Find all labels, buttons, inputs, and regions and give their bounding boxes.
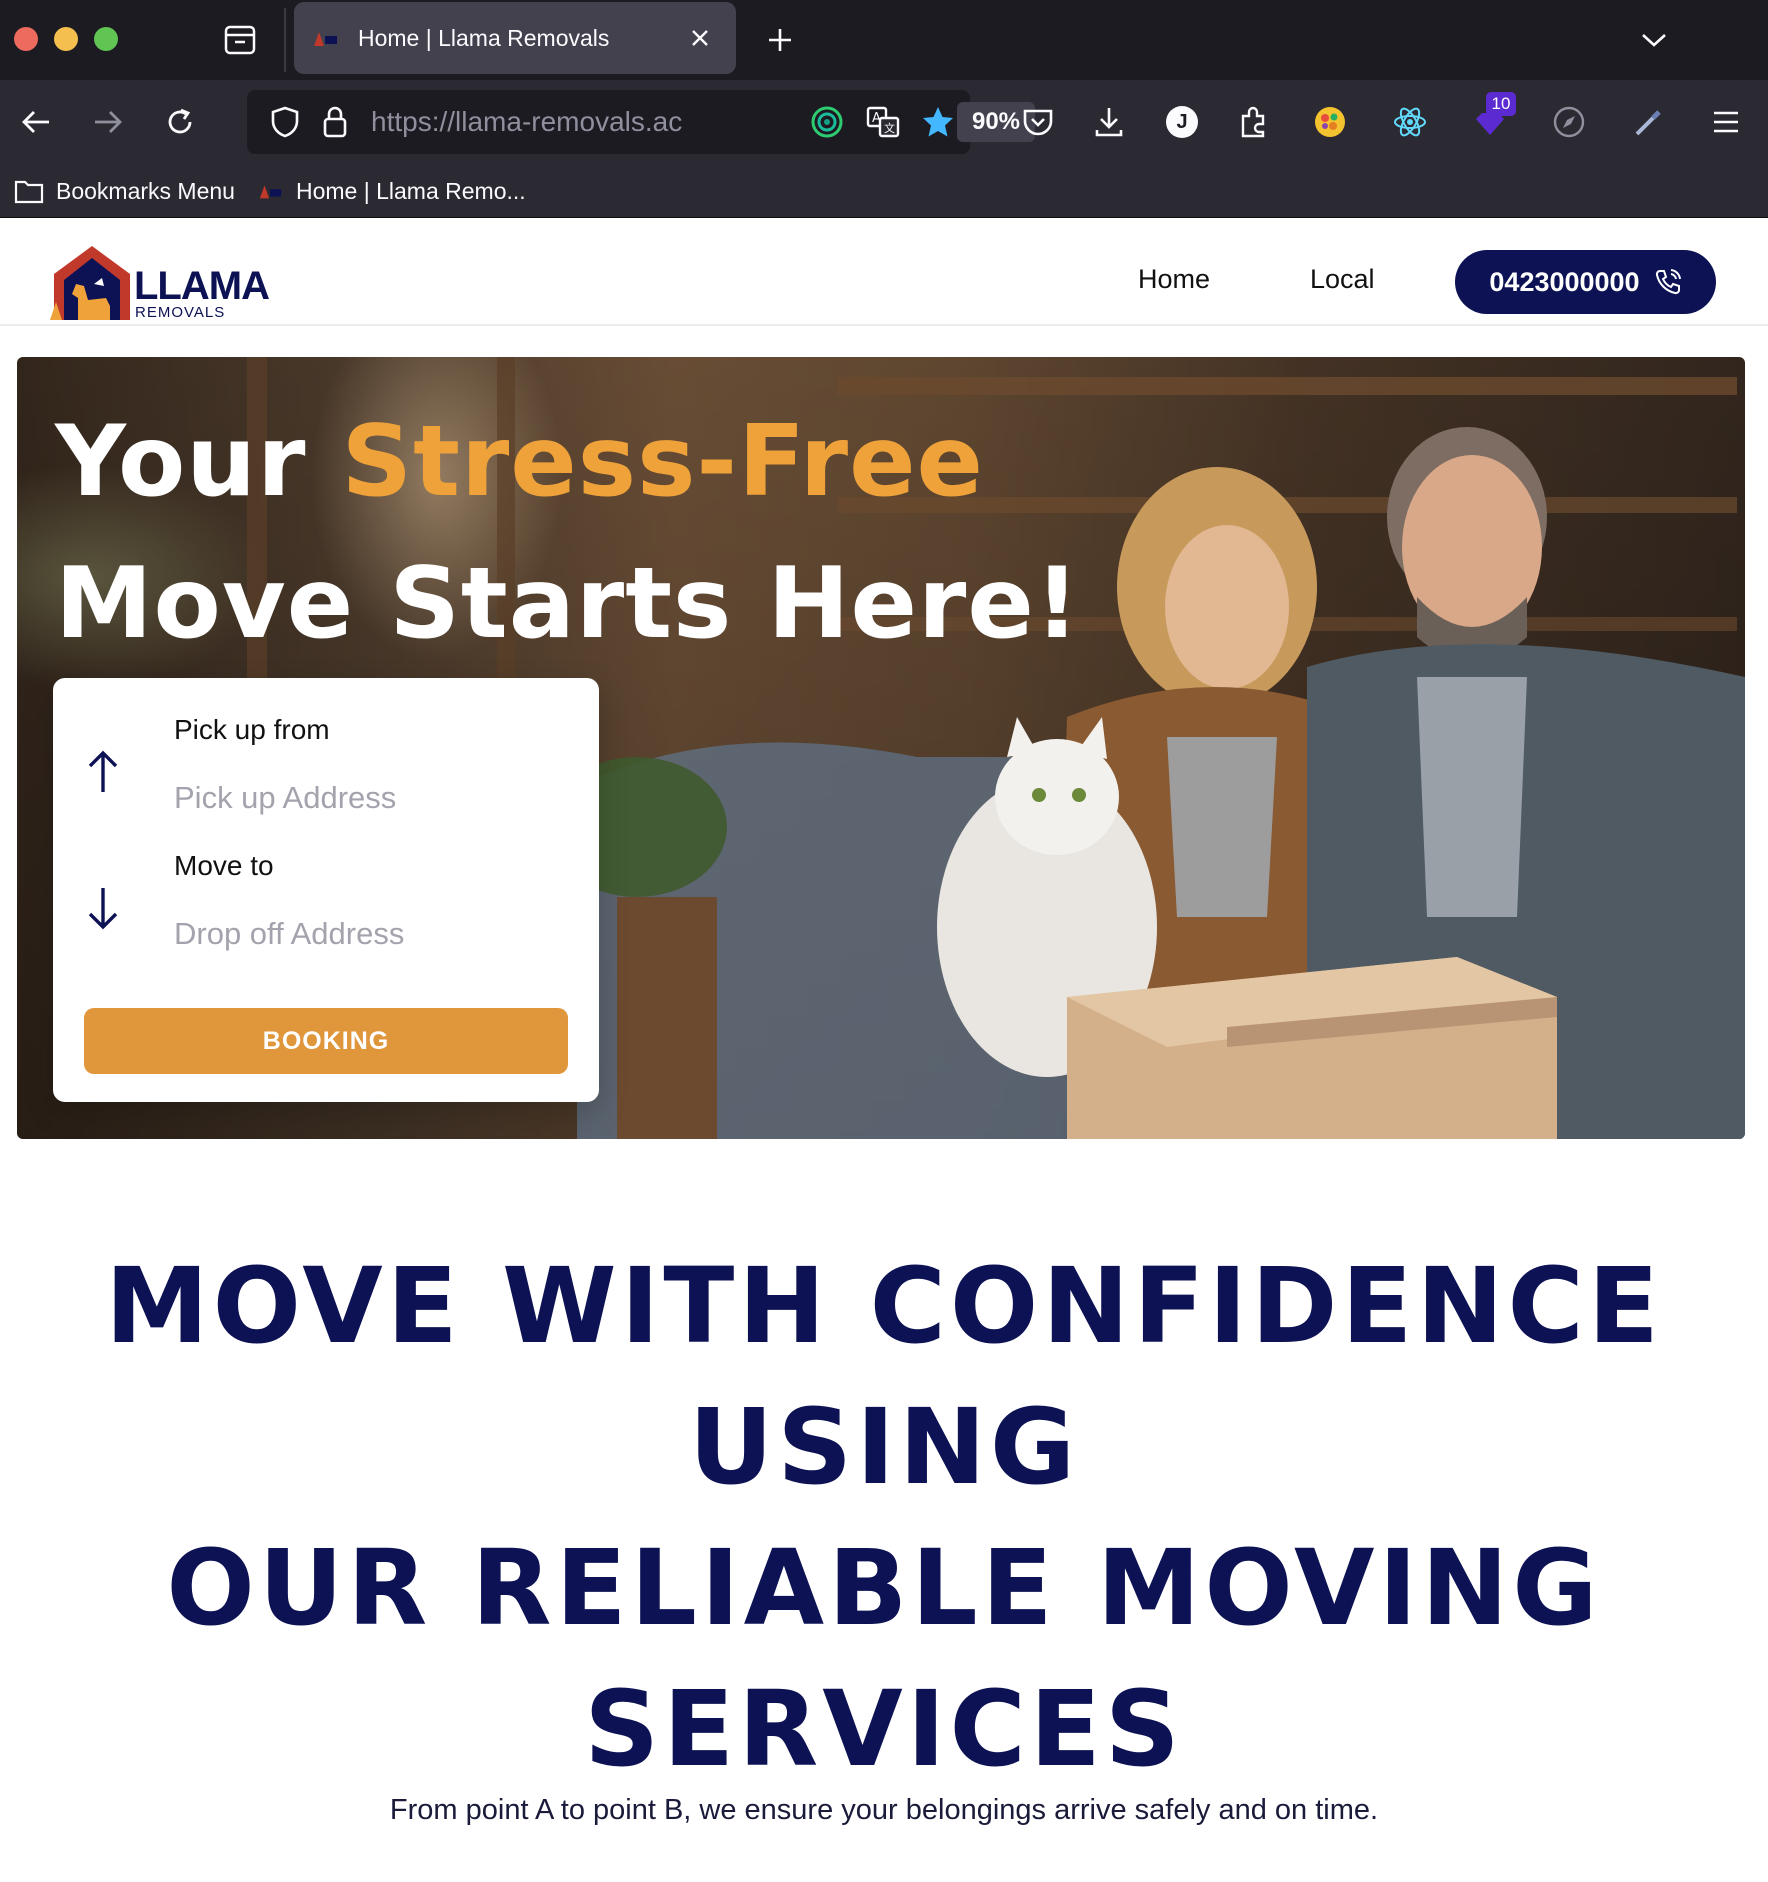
site-logo[interactable]: LLAMA REMOVALS: [50, 244, 270, 324]
palette-extension-icon: [1315, 107, 1345, 137]
dropoff-label: Move to: [174, 850, 274, 881]
llama-favicon-icon: [259, 185, 282, 199]
plus-icon: [769, 29, 791, 51]
firefox-view-button[interactable]: [220, 20, 260, 60]
heading-line: USING: [688, 1386, 1080, 1508]
close-window-button[interactable]: [14, 27, 38, 51]
react-icon: [1394, 107, 1426, 137]
llama-house-logo-icon: [50, 246, 130, 320]
profile-extension-button[interactable]: J: [1160, 100, 1204, 144]
section-subtitle: From point A to point B, we ensure your …: [389, 1794, 1379, 1826]
eyedropper-extension-button[interactable]: [1627, 100, 1671, 144]
pickup-label: Pick up from: [174, 714, 330, 745]
hamburger-menu-icon: [1714, 111, 1738, 133]
heading-line: SERVICES: [584, 1668, 1184, 1790]
compass-icon: [1553, 106, 1585, 138]
tracking-protection-button[interactable]: [263, 100, 307, 144]
extension-target[interactable]: [805, 100, 849, 144]
reload-icon: [168, 108, 192, 134]
minimize-window-button[interactable]: [54, 27, 78, 51]
site-header: LLAMA REMOVALS Home Local 0423000000: [0, 218, 1768, 326]
compass-extension-button[interactable]: [1547, 100, 1591, 144]
hero-title-line-1: Your Stress-Free: [55, 413, 984, 511]
eyedropper-icon: [1635, 110, 1661, 136]
firefox-view-icon: [224, 25, 256, 55]
lock-icon: [323, 106, 347, 138]
browser-chrome: Home | Llama Removals https://llama-remo…: [0, 0, 1768, 218]
forward-arrow-icon: [95, 111, 122, 133]
hero-title-accent: Stress-Free: [341, 405, 985, 519]
download-icon: [1095, 108, 1123, 137]
pocket-button[interactable]: [1016, 100, 1060, 144]
translate-button[interactable]: A文: [861, 100, 905, 144]
tab-strip: Home | Llama Removals: [0, 0, 1768, 80]
booking-button[interactable]: BOOKING: [84, 1008, 568, 1074]
phone-call-button[interactable]: 0423000000: [1455, 250, 1716, 314]
hero-banner: Your Stress-Free Move Starts Here! Pick …: [17, 357, 1745, 1139]
back-button[interactable]: [14, 100, 58, 144]
hero-title-white: Your: [55, 405, 342, 519]
bookmark-star-button[interactable]: [916, 100, 960, 144]
hero-title-line-2: Move Starts Here!: [55, 547, 1081, 661]
pickup-address-input[interactable]: [174, 775, 564, 821]
nav-local-link[interactable]: Local: [1310, 264, 1375, 295]
logo-subtitle: REMOVALS: [135, 304, 226, 321]
phone-icon: [1655, 269, 1681, 295]
app-menu-button[interactable]: [1704, 100, 1748, 144]
dropoff-address-input[interactable]: [174, 911, 564, 957]
puzzle-icon: [1241, 106, 1265, 138]
extensions-button[interactable]: [1232, 100, 1276, 144]
bookmark-label: Home | Llama Remo...: [296, 177, 526, 204]
list-all-tabs-button[interactable]: [1634, 20, 1674, 60]
folder-icon: [14, 180, 44, 204]
bookmarks-toolbar: Bookmarks Menu Home | Llama Remo...: [0, 164, 1768, 218]
svg-text:文: 文: [884, 121, 895, 135]
bookmark-label: Bookmarks Menu: [56, 177, 235, 204]
notifications-extension-button[interactable]: 10: [1468, 92, 1516, 144]
arrow-up-icon: [83, 748, 123, 796]
star-icon: [923, 107, 953, 137]
close-icon: [692, 30, 708, 46]
web-page: LLAMA REMOVALS Home Local 0423000000 You…: [0, 218, 1768, 1882]
color-extension-button[interactable]: [1308, 100, 1352, 144]
url-text[interactable]: https://llama-removals.ac: [371, 90, 941, 154]
tab-close-button[interactable]: [682, 20, 718, 56]
bookmark-home-llama[interactable]: Home | Llama Remo...: [258, 164, 526, 218]
maximize-window-button[interactable]: [94, 27, 118, 51]
booking-form: Pick up from Move to BOOKING: [53, 678, 599, 1102]
profile-initial: J: [1176, 111, 1188, 133]
new-tab-button[interactable]: [760, 20, 800, 60]
back-arrow-icon: [22, 111, 49, 133]
react-devtools-button[interactable]: [1388, 100, 1432, 144]
downloads-button[interactable]: [1087, 100, 1131, 144]
tab-active[interactable]: Home | Llama Removals: [294, 2, 736, 74]
phone-number: 0423000000: [1489, 266, 1640, 297]
shield-icon: [271, 106, 299, 138]
extension-badge: 10: [1486, 92, 1516, 116]
site-info-button[interactable]: [313, 100, 357, 144]
tab-title: Home | Llama Removals: [358, 24, 610, 51]
chevron-down-icon: [1642, 34, 1666, 47]
llama-favicon-icon: [312, 28, 340, 48]
pocket-icon: [1023, 109, 1053, 136]
heading-line: OUR RELIABLE MOVING: [166, 1527, 1602, 1649]
forward-button[interactable]: [86, 100, 130, 144]
arrow-down-icon: [83, 884, 123, 932]
nav-home-link[interactable]: Home: [1138, 264, 1210, 295]
heading-line: MOVE WITH CONFIDENCE: [105, 1245, 1663, 1367]
confidence-heading: MOVE WITH CONFIDENCE USING OUR RELIABLE …: [0, 1236, 1768, 1800]
tab-divider: [284, 8, 286, 72]
translate-icon: A文: [866, 106, 900, 138]
target-extension-icon: [811, 106, 843, 138]
reload-button[interactable]: [158, 100, 202, 144]
logo-wordmark: LLAMA: [134, 264, 270, 308]
bookmarks-menu[interactable]: Bookmarks Menu: [14, 164, 235, 218]
navigation-toolbar: https://llama-removals.ac 90% A文 J 10: [0, 80, 1768, 164]
